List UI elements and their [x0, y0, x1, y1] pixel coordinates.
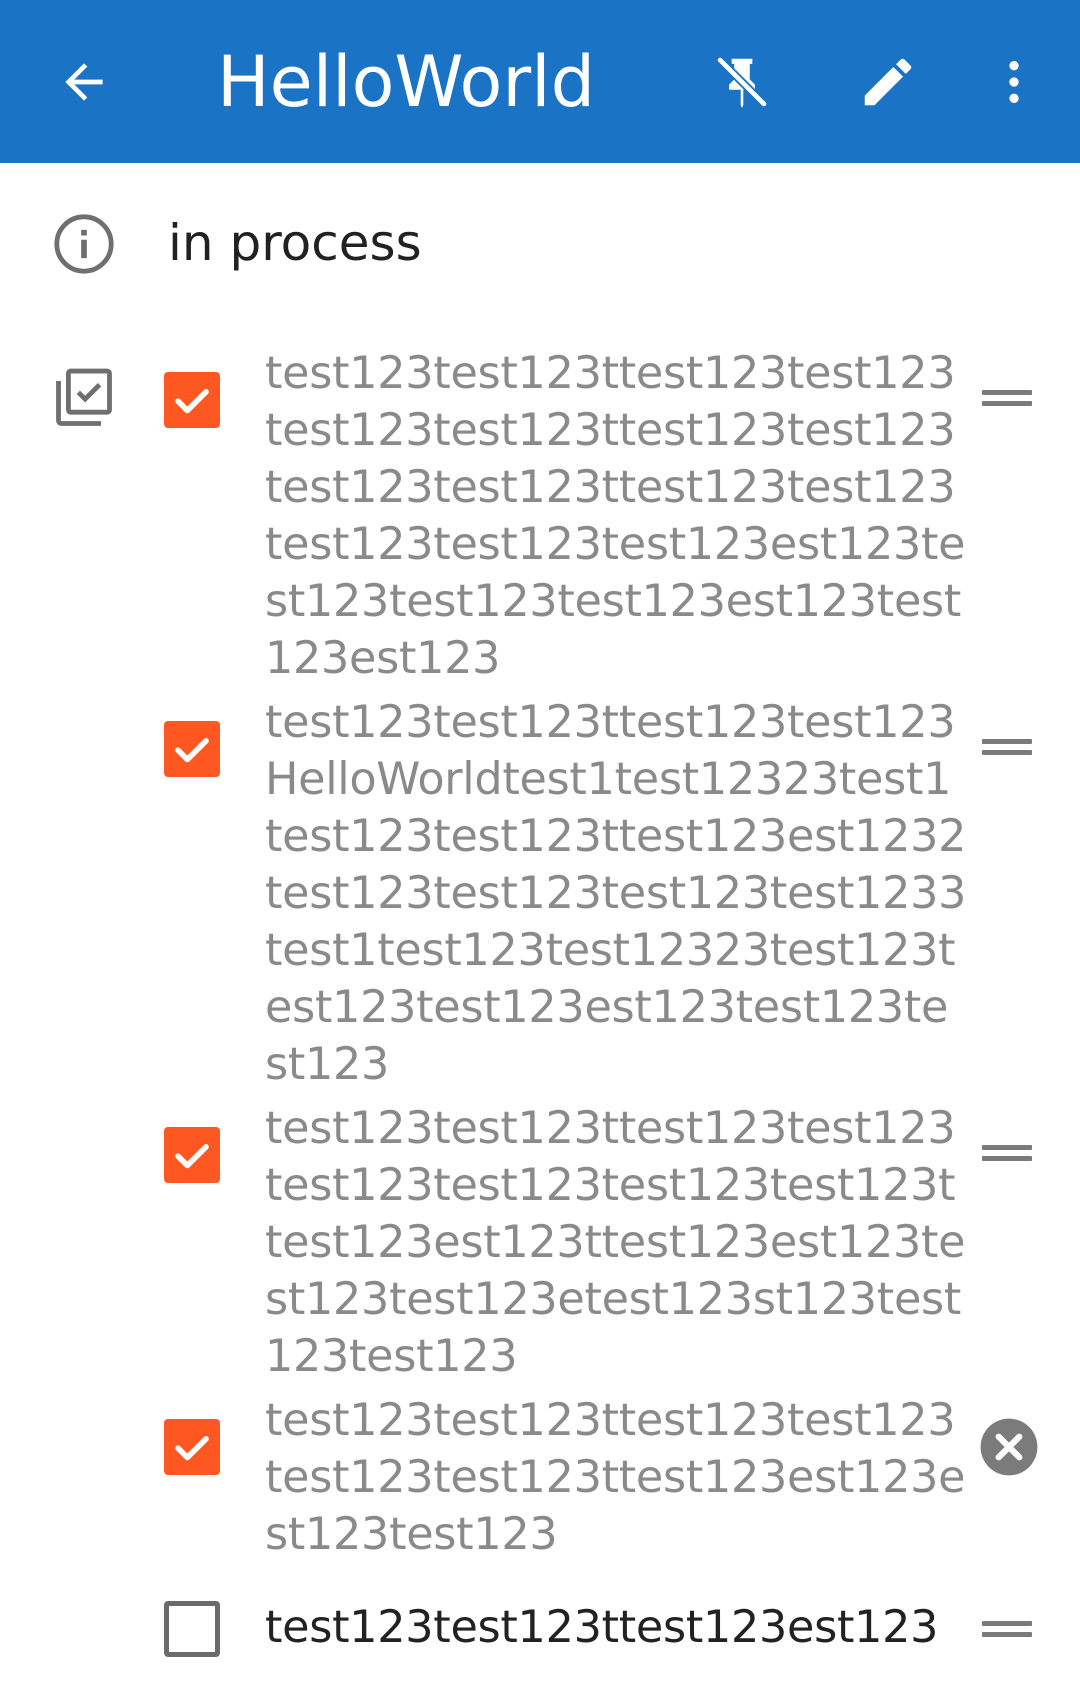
item-checkbox[interactable] [164, 372, 220, 428]
checklist-icon [56, 368, 112, 426]
item-checkbox[interactable] [164, 721, 220, 777]
drag-handle-icon[interactable] [980, 1619, 1034, 1639]
drag-handle-icon[interactable] [980, 737, 1034, 757]
drag-handle-icon[interactable] [980, 388, 1034, 408]
edit-button[interactable] [846, 40, 930, 124]
item-text[interactable]: test123test123ttest123test123 HelloWorld… [265, 694, 967, 1093]
status-text: in process [168, 214, 422, 272]
app-bar: HelloWorld [0, 0, 1080, 163]
item-checkbox[interactable] [164, 1601, 220, 1657]
item-text[interactable]: test123test123ttest123est123 [265, 1599, 965, 1656]
unpin-button[interactable] [700, 40, 784, 124]
item-text[interactable]: test123test123ttest123test123 test123tes… [265, 1100, 966, 1385]
check-icon [175, 738, 209, 763]
item-checkbox[interactable] [164, 1127, 220, 1183]
pin-off-icon [715, 55, 769, 109]
item-text[interactable]: test123test123ttest123test123 test123tes… [265, 345, 966, 687]
remove-item-icon[interactable] [978, 1416, 1040, 1478]
check-icon [175, 389, 209, 414]
check-icon [175, 1144, 209, 1169]
arrow-left-icon [65, 63, 103, 101]
drag-handle-icon[interactable] [980, 1143, 1034, 1163]
info-icon [54, 214, 114, 274]
pencil-icon [864, 58, 912, 106]
page-title: HelloWorld [217, 41, 596, 123]
check-icon [175, 1436, 209, 1461]
status-row: in process [0, 196, 1080, 292]
back-button[interactable] [42, 40, 126, 124]
item-checkbox[interactable] [164, 1419, 220, 1475]
more-vertical-icon [1009, 61, 1019, 103]
overflow-menu-button[interactable] [972, 40, 1056, 124]
item-text[interactable]: test123test123ttest123test123 test123tes… [265, 1392, 966, 1563]
